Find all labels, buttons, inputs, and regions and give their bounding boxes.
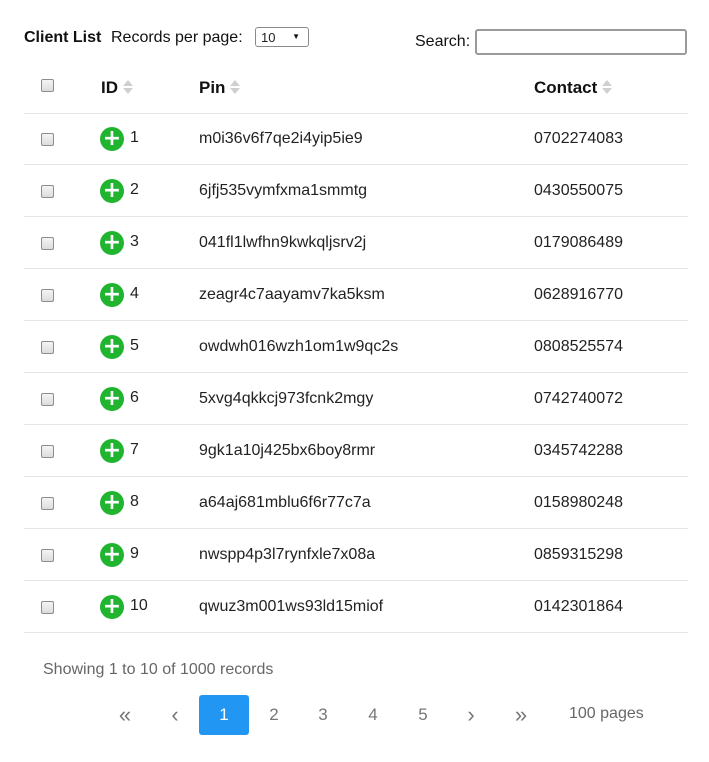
cell-pin: nwspp4p3l7rynfxle7x08a	[199, 546, 376, 563]
row-checkbox[interactable]	[41, 341, 54, 354]
cell-id: 8	[130, 493, 139, 510]
expand-row-plus-icon[interactable]: +	[100, 439, 124, 463]
cell-contact: 0628916770	[534, 286, 623, 303]
cell-contact: 0702274083	[534, 130, 623, 147]
column-header-pin[interactable]: Pin	[199, 78, 241, 98]
cell-id: 1	[130, 129, 139, 146]
cell-pin: 9gk1a10j425bx6boy8rmr	[199, 442, 376, 459]
cell-pin: m0i36v6f7qe2i4yip5ie9	[199, 130, 363, 147]
cell-contact: 0430550075	[534, 182, 623, 199]
row-checkbox[interactable]	[41, 185, 54, 198]
table-row: + 2 6jfj535vymfxma1smmtg 0430550075	[24, 165, 688, 217]
expand-row-plus-icon[interactable]: +	[100, 491, 124, 515]
cell-pin: 5xvg4qkkcj973fcnk2mgy	[199, 390, 374, 407]
column-header-label: ID	[101, 78, 118, 97]
next-page-button[interactable]: ›	[446, 695, 496, 735]
row-checkbox[interactable]	[41, 393, 54, 406]
row-checkbox[interactable]	[41, 549, 54, 562]
row-checkbox[interactable]	[41, 237, 54, 250]
prev-page-button[interactable]: ‹	[150, 695, 200, 735]
cell-id: 9	[130, 545, 139, 562]
sort-icon[interactable]	[602, 79, 613, 95]
table-row: + 1 m0i36v6f7qe2i4yip5ie9 0702274083	[24, 113, 688, 165]
cell-contact: 0345742288	[534, 442, 623, 459]
table-row: + 8 a64aj681mblu6f6r77c7a 0158980248	[24, 477, 688, 529]
page-button-4[interactable]: 4	[348, 695, 398, 735]
cell-id: 7	[130, 441, 139, 458]
cell-pin: 041fl1lwfhn9kwkqljsrv2j	[199, 234, 367, 251]
cell-id: 2	[130, 181, 139, 198]
cell-contact: 0808525574	[534, 338, 623, 355]
cell-pin: zeagr4c7aayamv7ka5ksm	[199, 286, 385, 303]
cell-id: 6	[130, 389, 139, 406]
page-button-1[interactable]: 1	[199, 695, 249, 735]
table-row: + 4 zeagr4c7aayamv7ka5ksm 0628916770	[24, 269, 688, 321]
expand-row-plus-icon[interactable]: +	[100, 127, 124, 151]
cell-contact: 0158980248	[534, 494, 623, 511]
page-title: Client List	[24, 29, 102, 46]
row-checkbox[interactable]	[41, 601, 54, 614]
column-header-id[interactable]: ID	[101, 78, 133, 98]
table-row: + 5 owdwh016wzh1om1w9qc2s 0808525574	[24, 321, 688, 373]
cell-contact: 0859315298	[534, 546, 623, 563]
expand-row-plus-icon[interactable]: +	[100, 543, 124, 567]
expand-row-plus-icon[interactable]: +	[100, 179, 124, 203]
table-toolbar: Client List Records per page: 10 ▼ Searc…	[24, 27, 688, 57]
row-checkbox[interactable]	[41, 497, 54, 510]
sort-icon[interactable]	[123, 79, 133, 95]
column-header-contact[interactable]: Contact	[534, 78, 613, 98]
sort-icon[interactable]	[230, 79, 241, 95]
cell-pin: 6jfj535vymfxma1smmtg	[199, 182, 368, 199]
cell-id: 10	[130, 597, 148, 614]
page-button-3[interactable]: 3	[298, 695, 348, 735]
page-button-2[interactable]: 2	[249, 695, 299, 735]
cell-contact: 0179086489	[534, 234, 623, 251]
table-body: + 1 m0i36v6f7qe2i4yip5ie9 0702274083 + 2…	[24, 113, 688, 633]
search-label: Search:	[415, 33, 471, 50]
expand-row-plus-icon[interactable]: +	[100, 231, 124, 255]
cell-contact: 0742740072	[534, 390, 623, 407]
total-pages-label: 100 pages	[569, 705, 644, 722]
row-checkbox[interactable]	[41, 289, 54, 302]
cell-id: 3	[130, 233, 139, 250]
table-row: + 3 041fl1lwfhn9kwkqljsrv2j 0179086489	[24, 217, 688, 269]
records-per-page-label: Records per page:	[111, 29, 243, 46]
records-info: Showing 1 to 10 of 1000 records	[43, 661, 274, 678]
cell-pin: qwuz3m001ws93ld15miof	[199, 598, 384, 615]
records-per-page-value: 10	[261, 30, 276, 45]
column-header-label: Pin	[199, 78, 226, 97]
cell-id: 4	[130, 285, 139, 302]
search-input[interactable]	[475, 29, 687, 55]
cell-pin: a64aj681mblu6f6r77c7a	[199, 494, 371, 511]
table-row: + 9 nwspp4p3l7rynfxle7x08a 0859315298	[24, 529, 688, 581]
table-row: + 6 5xvg4qkkcj973fcnk2mgy 0742740072	[24, 373, 688, 425]
row-checkbox[interactable]	[41, 133, 54, 146]
expand-row-plus-icon[interactable]: +	[100, 387, 124, 411]
row-checkbox[interactable]	[41, 445, 54, 458]
cell-id: 5	[130, 337, 139, 354]
first-page-button[interactable]: «	[100, 695, 150, 735]
column-header-label: Contact	[534, 78, 598, 97]
select-all-checkbox[interactable]	[41, 79, 54, 92]
last-page-button[interactable]: »	[496, 695, 546, 735]
table-row: + 10 qwuz3m001ws93ld15miof 0142301864	[24, 581, 688, 633]
expand-row-plus-icon[interactable]: +	[100, 283, 124, 307]
records-per-page-select[interactable]: 10 ▼	[255, 27, 309, 47]
expand-row-plus-icon[interactable]: +	[100, 335, 124, 359]
client-list-widget: Client List Records per page: 10 ▼ Searc…	[0, 0, 709, 762]
cell-contact: 0142301864	[534, 598, 623, 615]
dropdown-arrow-icon: ▼	[292, 32, 300, 41]
table-row: + 7 9gk1a10j425bx6boy8rmr 0345742288	[24, 425, 688, 477]
expand-row-plus-icon[interactable]: +	[100, 595, 124, 619]
table-header: ID Pin Contact	[24, 63, 688, 114]
page-button-5[interactable]: 5	[398, 695, 448, 735]
cell-pin: owdwh016wzh1om1w9qc2s	[199, 338, 399, 355]
